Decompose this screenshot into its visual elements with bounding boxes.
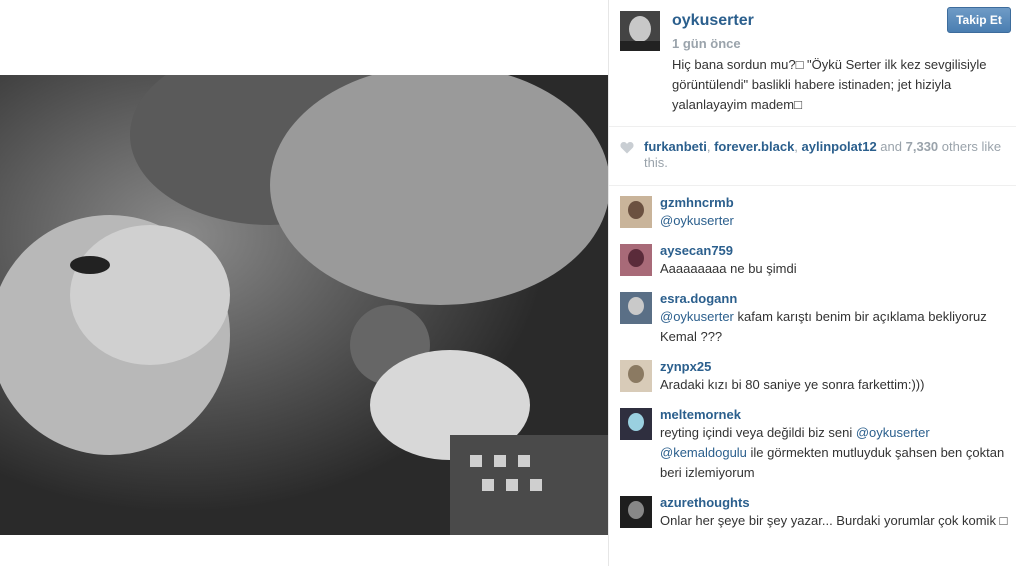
heart-icon[interactable] bbox=[620, 141, 634, 154]
comment-avatar[interactable] bbox=[620, 360, 652, 392]
comment-text: reyting içindi veya değildi biz seni @oy… bbox=[660, 423, 1010, 483]
likes-section: furkanbeti, forever.black, aylinpolat12 … bbox=[609, 127, 1016, 186]
mention-link[interactable]: @oykuserter bbox=[660, 213, 734, 228]
comment-avatar[interactable] bbox=[620, 496, 652, 528]
post-header: oykuserter 1 gün önce Hiç bana sordun mu… bbox=[609, 0, 1016, 127]
comment-username[interactable]: azurethoughts bbox=[660, 495, 750, 510]
comment-text: @oykuserter bbox=[660, 211, 1010, 231]
liker-link[interactable]: forever.black bbox=[714, 139, 794, 154]
comment-avatar-image bbox=[620, 408, 652, 440]
comment-text: Onlar her şeye bir şey yazar... Burdaki … bbox=[660, 511, 1010, 531]
comment-text: Aradaki kızı bi 80 saniye ye sonra farke… bbox=[660, 375, 1010, 395]
comment-text: @oykuserter kafam karıştı benim bir açık… bbox=[660, 307, 1010, 347]
comment-username[interactable]: zynpx25 bbox=[660, 359, 711, 374]
comment-username[interactable]: esra.dogann bbox=[660, 291, 737, 306]
avatar-image bbox=[620, 11, 660, 51]
comment-text-part: reyting içindi veya değildi biz seni bbox=[660, 425, 856, 440]
post-sidebar: oykuserter 1 gün önce Hiç bana sordun mu… bbox=[609, 0, 1016, 566]
comment-avatar[interactable] bbox=[620, 244, 652, 276]
comment-text-part: Onlar her şeye bir şey yazar... Burdaki … bbox=[660, 513, 1008, 528]
photo-image bbox=[0, 75, 608, 535]
follow-button[interactable]: Takip Et bbox=[947, 7, 1011, 33]
comment-username[interactable]: aysecan759 bbox=[660, 243, 733, 258]
comment-username[interactable]: meltemornek bbox=[660, 407, 741, 422]
comment-avatar[interactable] bbox=[620, 292, 652, 324]
likes-count[interactable]: 7,330 bbox=[906, 139, 939, 154]
liker-link[interactable]: aylinpolat12 bbox=[802, 139, 877, 154]
comment-username[interactable]: gzmhncrmb bbox=[660, 195, 734, 210]
post-caption: Hiç bana sordun mu?□ "Öykü Serter ilk ke… bbox=[672, 57, 987, 112]
comment-text-part: Aradaki kızı bi 80 saniye ye sonra farke… bbox=[660, 377, 925, 392]
comment-avatar-image bbox=[620, 196, 652, 228]
comment-avatar-image bbox=[620, 292, 652, 324]
comment-avatar[interactable] bbox=[620, 196, 652, 228]
photo-area bbox=[0, 0, 608, 566]
mention-link[interactable]: @oykuserter bbox=[660, 309, 734, 324]
post-username[interactable]: oykuserter bbox=[672, 12, 754, 30]
liker-link[interactable]: furkanbeti bbox=[644, 139, 707, 154]
post-timestamp: 1 gün önce bbox=[672, 36, 741, 51]
comment-text-part: Aaaaaaaaa ne bu şimdi bbox=[660, 261, 797, 276]
avatar[interactable] bbox=[620, 11, 660, 51]
comment-text: Aaaaaaaaa ne bu şimdi bbox=[660, 259, 1010, 279]
comment-avatar-image bbox=[620, 360, 652, 392]
comment-avatar[interactable] bbox=[620, 408, 652, 440]
post-photo[interactable] bbox=[0, 75, 608, 535]
comment-avatar-image bbox=[620, 496, 652, 528]
likes-and: and bbox=[880, 139, 902, 154]
likes-text: furkanbeti, forever.black, aylinpolat12 … bbox=[644, 139, 1002, 170]
mention-link[interactable]: @oykuserter bbox=[856, 425, 930, 440]
comment-avatar-image bbox=[620, 244, 652, 276]
mention-link[interactable]: @kemaldogulu bbox=[660, 445, 747, 460]
